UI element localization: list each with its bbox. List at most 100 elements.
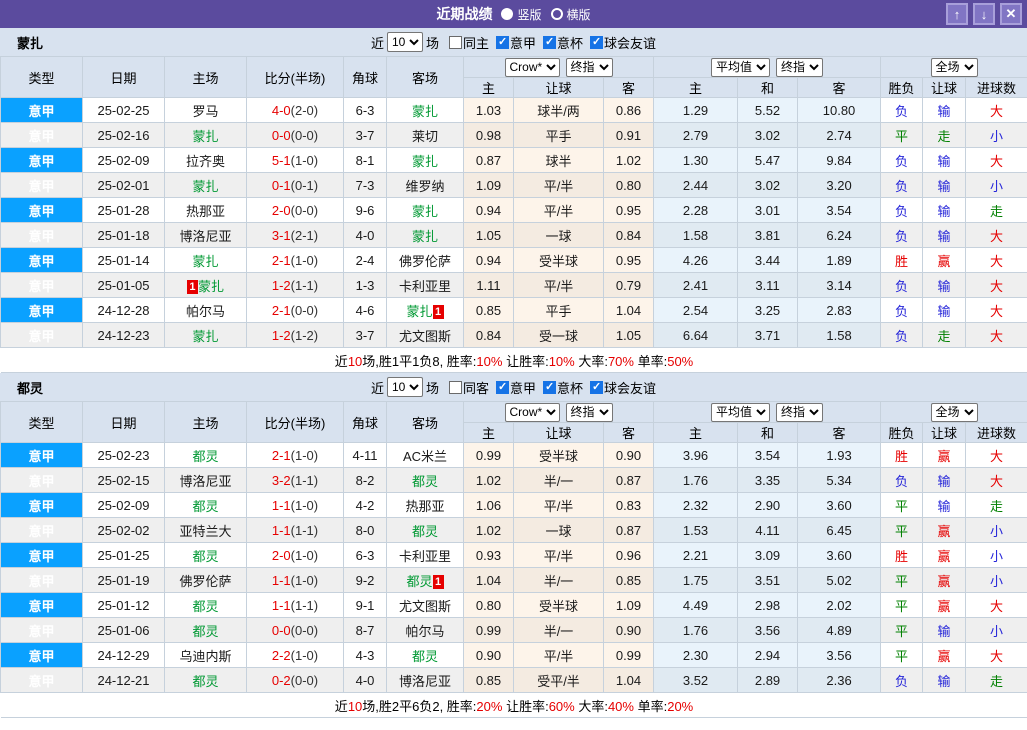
checkbox-label[interactable]: 意甲: [510, 378, 536, 397]
col-header-home: 主场: [164, 56, 247, 98]
checkbox-checked[interactable]: [543, 35, 557, 49]
euro-away-odds: 2.83: [797, 297, 882, 323]
home-team-name: 博洛尼亚: [179, 228, 232, 244]
checkbox-label[interactable]: 同客: [463, 378, 489, 397]
goals-result-cell: 大: [965, 297, 1027, 323]
handicap-away-odds: 1.04: [602, 667, 655, 693]
corner-cell: 4-0: [343, 222, 387, 248]
checkbox-label[interactable]: 意杯: [557, 378, 583, 397]
checkbox-label[interactable]: 同主: [463, 33, 489, 52]
checkbox-checked[interactable]: [543, 380, 557, 394]
layout-vertical-radio[interactable]: 竖版: [501, 6, 542, 23]
bookmaker-select[interactable]: Crow*: [504, 57, 560, 77]
sub-header-euro-away: 客: [797, 77, 882, 98]
handicap-result-cell: 赢: [922, 442, 967, 468]
match-result-cell: 平: [880, 517, 924, 543]
handicap-home-odds: 1.06: [463, 492, 514, 518]
col-header-type: 类型: [0, 56, 83, 98]
handicap-line: 平/半: [513, 197, 604, 223]
euro-draw-odds: 3.81: [737, 222, 799, 248]
home-team-cell: 都灵: [164, 542, 247, 568]
matches-table: 类型 日期 主场 比分(半场) 角球 客场 Crow* 终指 平均值 终指 全场 主…: [0, 401, 1027, 718]
close-button[interactable]: ✕: [1000, 3, 1022, 25]
corner-cell: 3-7: [343, 322, 387, 348]
checkbox-label[interactable]: 意杯: [557, 33, 583, 52]
checkbox-checked[interactable]: [496, 35, 509, 49]
sub-header-home-odds: 主: [463, 422, 514, 443]
checkbox-label[interactable]: 球会友谊: [604, 378, 656, 397]
corner-cell: 6-3: [343, 542, 387, 568]
away-team-cell: 佛罗伦萨: [386, 247, 464, 273]
goals-result-cell: 小: [965, 567, 1027, 593]
handicap-line: 受半球: [513, 442, 604, 468]
red-card-badge: 1: [186, 279, 198, 294]
move-down-button[interactable]: ↓: [973, 3, 995, 25]
checkbox-label[interactable]: 球会友谊: [604, 33, 656, 52]
away-team-name: 尤文图斯: [398, 598, 451, 614]
bookmaker-final-select[interactable]: 终指: [565, 402, 613, 422]
fulltime-score: 1-1: [271, 497, 291, 513]
away-team-name: 都灵: [411, 648, 438, 664]
match-result-cell: 负: [880, 272, 924, 298]
bookmaker-select[interactable]: Crow*: [504, 402, 560, 422]
close-icon: ✕: [1005, 6, 1017, 21]
match-count-select[interactable]: 10: [386, 32, 423, 52]
euro-home-odds: 3.52: [653, 667, 739, 693]
home-team-name: 都灵: [192, 598, 219, 614]
col-header-score: 比分(半场): [246, 401, 344, 443]
move-up-button[interactable]: ↑: [946, 3, 968, 25]
match-count-select[interactable]: 10: [386, 377, 423, 397]
checkbox-checked[interactable]: [496, 380, 509, 394]
away-team-name: 热那亚: [405, 498, 445, 514]
summary-stat-value: 10: [347, 698, 363, 714]
checkbox-unchecked[interactable]: [448, 380, 462, 394]
summary-stat-value: 10%: [548, 353, 575, 369]
euro-home-odds: 2.44: [653, 172, 739, 198]
halftime-score: (0-0): [290, 127, 319, 143]
sub-header-home-odds: 主: [463, 77, 514, 98]
average-final-select[interactable]: 终指: [776, 402, 824, 422]
corner-cell: 4-11: [343, 442, 387, 468]
scope-select[interactable]: 全场: [930, 57, 978, 77]
halftime-score: (1-1): [290, 597, 319, 613]
euro-home-odds: 4.26: [653, 247, 739, 273]
checkbox-checked[interactable]: [590, 380, 604, 394]
date-cell: 24-12-28: [82, 297, 165, 323]
fulltime-score: 1-1: [271, 597, 291, 613]
checkbox-unchecked[interactable]: [448, 35, 462, 49]
match-result-cell: 负: [880, 467, 924, 493]
handicap-away-odds: 0.79: [602, 272, 655, 298]
euro-away-odds: 1.58: [797, 322, 882, 348]
match-row: 意甲 25-02-25 罗马 4-0(2-0) 6-3 蒙扎 1.03 球半/两 0.86 1.2…: [0, 97, 1027, 123]
euro-home-odds: 2.54: [653, 297, 739, 323]
match-row: 意甲 24-12-28 帕尔马 2-1(0-0) 4-6 蒙扎 1 0.85 平手 1.04 2.5…: [0, 297, 1027, 323]
match-row: 意甲 25-01-06 都灵 0-0(0-0) 8-7 帕尔马 0.99 半/一 0.90 1.7…: [0, 617, 1027, 643]
layout-horizontal-radio[interactable]: 横版: [550, 6, 591, 23]
average-select[interactable]: 平均值: [711, 57, 771, 77]
scope-select[interactable]: 全场: [930, 402, 978, 422]
score-cell: 3-1(2-1): [246, 222, 344, 248]
handicap-line: 半/一: [513, 567, 604, 593]
home-team-name: 蒙扎: [192, 128, 219, 144]
corner-cell: 4-3: [343, 642, 387, 668]
radio-selected-icon[interactable]: [501, 8, 514, 20]
checkbox-label[interactable]: 意甲: [510, 33, 536, 52]
euro-draw-odds: 3.02: [737, 172, 799, 198]
bookmaker-final-select[interactable]: 终指: [565, 57, 613, 77]
radio-unselected-icon[interactable]: [550, 8, 563, 20]
match-result-cell: 平: [880, 492, 924, 518]
fulltime-score: 1-2: [271, 327, 291, 343]
checkbox-checked[interactable]: [590, 35, 604, 49]
goals-result-cell: 走: [965, 492, 1027, 518]
match-result-cell: 负: [880, 297, 924, 323]
handicap-line: 平手: [513, 297, 604, 323]
handicap-away-odds: 0.87: [602, 517, 655, 543]
euro-draw-odds: 3.44: [737, 247, 799, 273]
league-cell: 意甲: [0, 442, 83, 468]
fulltime-score: 2-0: [271, 547, 291, 563]
average-final-select[interactable]: 终指: [776, 57, 824, 77]
arrow-down-icon: ↓: [980, 6, 988, 22]
average-select[interactable]: 平均值: [711, 402, 771, 422]
date-cell: 24-12-29: [82, 642, 165, 668]
match-result-cell: 负: [880, 172, 924, 198]
